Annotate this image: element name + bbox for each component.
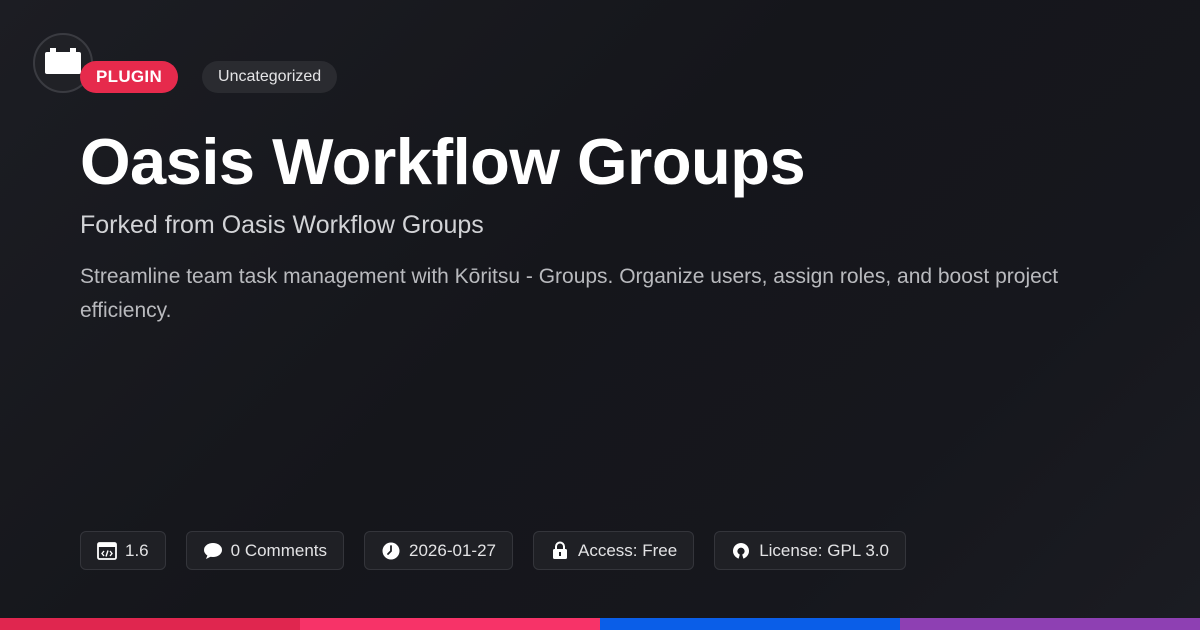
- type-badge[interactable]: PLUGIN: [80, 61, 179, 93]
- date-label: 2026-01-27: [409, 540, 496, 560]
- license-chip: License: GPL 3.0: [714, 531, 906, 570]
- code-window-icon: [97, 541, 117, 561]
- version-label: 1.6: [125, 540, 149, 560]
- lock-icon: [550, 541, 570, 561]
- open-source-icon: [731, 541, 751, 561]
- access-label: Access: Free: [577, 540, 678, 560]
- category-badge[interactable]: Uncategorized: [202, 61, 338, 93]
- date-chip: 2026-01-27: [364, 531, 513, 570]
- access-chip: Access: Free: [532, 531, 695, 570]
- comments-label: 0 Comments: [230, 540, 328, 560]
- comments-chip[interactable]: 0 Comments: [185, 531, 345, 570]
- accent-bar-segment: [300, 618, 600, 630]
- page-description: Streamline team task management with Kōr…: [80, 265, 1059, 322]
- accent-bar-segment: [600, 618, 900, 630]
- badge-row: PLUGIN Uncategorized: [80, 61, 338, 93]
- license-label: License: GPL 3.0: [759, 540, 889, 560]
- speech-bubble-icon: [203, 541, 223, 561]
- page-subtitle: Forked from Oasis Workflow Groups: [80, 211, 484, 239]
- accent-bar-segment: [0, 618, 300, 630]
- clock-icon: [381, 541, 401, 561]
- version-chip: 1.6: [80, 531, 166, 570]
- accent-bar-segment: [900, 618, 1200, 630]
- color-accent-bar: [0, 618, 1200, 630]
- plugin-block-icon: [44, 46, 82, 81]
- page-title: Oasis Workflow Groups: [80, 125, 806, 198]
- meta-row: 1.6 0 Comments 2026-01-27 Access: Free L…: [80, 531, 906, 570]
